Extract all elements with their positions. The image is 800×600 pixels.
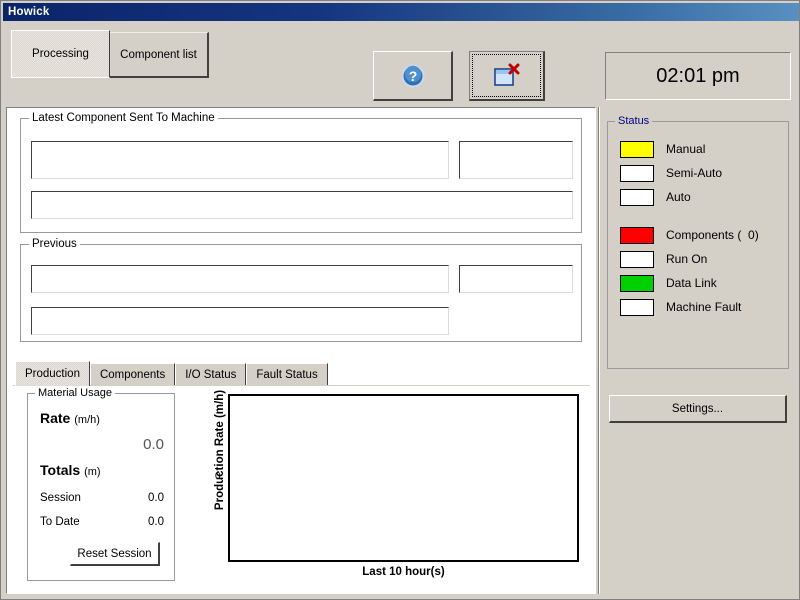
tab-fault-status-label: Fault Status — [256, 369, 318, 381]
status-label-components: Components ( 0) — [666, 228, 759, 242]
exit-button[interactable] — [469, 51, 545, 101]
chart-plot-area — [228, 394, 579, 562]
status-led-run-on — [620, 250, 654, 268]
application-window: Howick Processing Component list ? 02:01… — [0, 0, 800, 600]
panel-divider — [598, 107, 600, 594]
title-bar: Howick — [3, 3, 799, 21]
previous-side-field[interactable] — [459, 265, 573, 293]
status-label-semi-auto: Semi-Auto — [666, 166, 723, 180]
status-label-machine-fault: Machine Fault — [666, 300, 742, 314]
tab-components-label: Components — [99, 369, 166, 381]
status-row-components: Components ( 0) — [620, 226, 759, 244]
chart-x-axis-label: Last 10 hour(s) — [362, 566, 445, 578]
status-label-manual: Manual — [666, 142, 706, 156]
status-led-data-link — [620, 274, 654, 292]
previous-group: Previous — [20, 238, 582, 342]
to-date-value: 0.0 — [148, 516, 164, 528]
tab-io-status-label: I/O Status — [185, 369, 237, 381]
previous-lower-field[interactable] — [31, 307, 449, 335]
status-group: Status Manual Semi-Auto Auto Components … — [607, 115, 789, 369]
settings-button[interactable]: Settings... — [609, 395, 787, 423]
reset-session-label: Reset Session — [77, 547, 152, 560]
latest-component-legend: Latest Component Sent To Machine — [29, 112, 218, 124]
production-tab-page: Material Usage Rate (m/h) 0.0 Totals (m)… — [12, 385, 590, 588]
latest-component-lower-field[interactable] — [31, 191, 573, 219]
tab-component-list-label: Component list — [120, 48, 197, 61]
window-close-icon — [493, 63, 519, 86]
rate-unit: (m/h) — [74, 414, 100, 426]
status-led-machine-fault — [620, 298, 654, 316]
totals-label: Totals — [40, 462, 81, 478]
status-row-semi-auto: Semi-Auto — [620, 164, 722, 182]
chart-y-tick-0: 0 — [215, 471, 221, 482]
status-row-manual: Manual — [620, 140, 705, 158]
status-row-data-link: Data Link — [620, 274, 717, 292]
session-value: 0.0 — [148, 492, 164, 504]
window-title: Howick — [8, 6, 50, 18]
status-sidebar: Status Manual Semi-Auto Auto Components … — [601, 107, 795, 594]
chart-y-axis-label: Production Rate (m/h) — [214, 389, 226, 511]
material-usage-group: Material Usage Rate (m/h) 0.0 Totals (m)… — [27, 387, 175, 581]
tab-fault-status[interactable]: Fault Status — [246, 363, 328, 386]
tab-production[interactable]: Production — [15, 361, 90, 386]
status-row-machine-fault: Machine Fault — [620, 298, 741, 316]
status-row-auto: Auto — [620, 188, 691, 206]
previous-legend: Previous — [29, 238, 80, 250]
status-row-run-on: Run On — [620, 250, 707, 268]
reset-session-button[interactable]: Reset Session — [70, 542, 160, 566]
rate-value: 0.0 — [143, 436, 164, 453]
status-legend: Status — [615, 115, 653, 127]
status-led-auto — [620, 188, 654, 206]
clock-text: 02:01 pm — [656, 64, 740, 87]
totals-unit: (m) — [84, 466, 101, 478]
help-button[interactable]: ? — [373, 51, 453, 101]
client-area: Processing Component list ? 02:01 pm Lat… — [3, 21, 799, 599]
status-led-manual — [620, 140, 654, 158]
tab-io-status[interactable]: I/O Status — [175, 363, 247, 386]
latest-component-main-field[interactable] — [31, 141, 449, 179]
material-usage-legend: Material Usage — [35, 387, 115, 399]
tab-processing-label: Processing — [32, 48, 89, 60]
rate-heading: Rate (m/h) — [40, 410, 100, 426]
bottom-tabstrip: Production Components I/O Status Fault S… — [15, 361, 328, 386]
session-label: Session — [40, 492, 81, 504]
help-circle-icon: ? — [401, 64, 424, 87]
status-label-data-link: Data Link — [666, 276, 717, 290]
rate-label: Rate — [40, 410, 71, 426]
status-led-semi-auto — [620, 164, 654, 182]
status-led-components — [620, 226, 654, 244]
svg-text:?: ? — [408, 68, 417, 84]
tab-processing[interactable]: Processing — [11, 30, 110, 78]
status-label-auto: Auto — [666, 190, 691, 204]
tab-production-label: Production — [25, 368, 80, 380]
clock-display: 02:01 pm — [605, 52, 791, 100]
top-tabstrip: Processing Component list — [11, 30, 209, 78]
latest-component-group: Latest Component Sent To Machine — [20, 112, 582, 233]
production-rate-chart: Production Rate (m/h) 0 Last 10 hour(s) — [193, 386, 583, 589]
to-date-label: To Date — [40, 516, 80, 528]
tab-component-list[interactable]: Component list — [109, 32, 209, 78]
tab-components[interactable]: Components — [89, 363, 176, 386]
status-label-run-on: Run On — [666, 252, 708, 266]
totals-heading: Totals (m) — [40, 462, 101, 478]
latest-component-side-field[interactable] — [459, 141, 573, 179]
main-panel: Latest Component Sent To Machine Previou… — [6, 107, 596, 594]
previous-main-field[interactable] — [31, 265, 449, 293]
settings-button-label: Settings... — [671, 402, 724, 415]
